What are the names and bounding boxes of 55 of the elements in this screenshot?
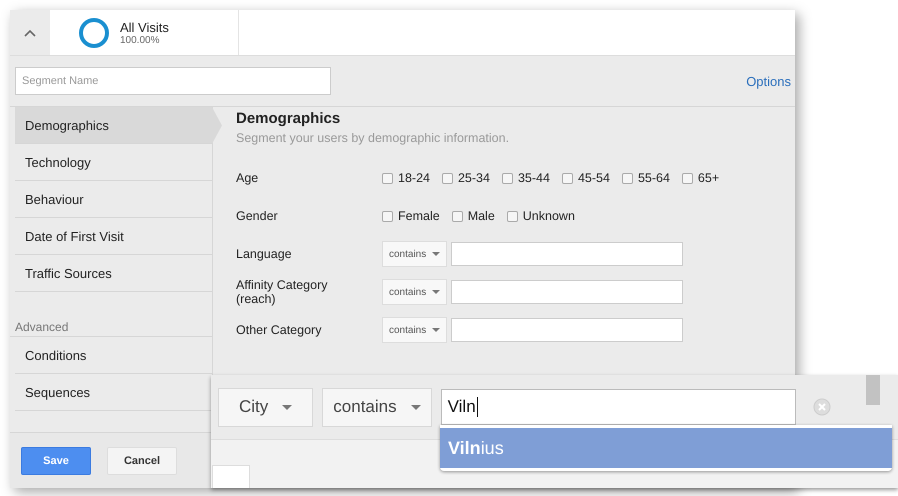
segment-title: All Visits: [120, 20, 169, 34]
operator-dropdown[interactable]: contains: [382, 279, 448, 305]
sidebar-item[interactable]: Demographics: [15, 107, 222, 144]
checkbox-option[interactable]: 35-44: [502, 171, 550, 185]
checkbox[interactable]: [382, 210, 393, 222]
checkbox-option[interactable]: 18-24: [382, 171, 430, 185]
sidebar-item[interactable]: Conditions: [15, 337, 212, 374]
text-field[interactable]: [451, 318, 684, 342]
checkbox-option[interactable]: 65+: [682, 171, 720, 185]
section-title: Demographics: [236, 110, 342, 127]
ring-icon: [78, 16, 110, 48]
chevron-up-icon: [24, 28, 36, 36]
sidebar-item[interactable]: Traffic Sources: [15, 255, 212, 292]
segment-share: 100.00%: [120, 34, 160, 46]
section-subtitle: Segment your users by demographic information.: [236, 131, 510, 145]
checkbox[interactable]: [562, 172, 573, 184]
checkbox-option[interactable]: Unknown: [506, 209, 575, 223]
sidebar-item[interactable]: Date of First Visit: [15, 218, 212, 255]
operator-dropdown[interactable]: contains: [382, 317, 448, 343]
options-link[interactable]: Options: [746, 74, 791, 88]
checkbox-option[interactable]: Male: [452, 209, 495, 223]
scrollbar-thumb[interactable]: [866, 375, 880, 405]
sidebar-item[interactable]: Behaviour: [15, 181, 212, 218]
checkbox[interactable]: [452, 210, 463, 222]
checkbox[interactable]: [682, 172, 693, 184]
sidebar-item[interactable]: Technology: [15, 144, 212, 181]
checkbox-option[interactable]: 25-34: [442, 171, 490, 185]
checkbox-option[interactable]: 45-54: [562, 171, 610, 185]
operator-dropdown[interactable]: contains: [322, 388, 432, 427]
caret-icon: [410, 404, 421, 410]
caret-icon: [432, 328, 440, 332]
checkbox[interactable]: [442, 172, 453, 184]
segment-name-field[interactable]: Segment Name: [15, 67, 331, 95]
text-field[interactable]: [451, 242, 684, 266]
dimension-dropdown[interactable]: City: [218, 388, 314, 427]
checkbox[interactable]: [502, 172, 513, 184]
clear-icon[interactable]: [812, 398, 831, 416]
section-heading: Advanced: [10, 320, 212, 337]
checkbox[interactable]: [382, 172, 393, 184]
checkbox[interactable]: [622, 172, 633, 184]
field-label: Language: [236, 247, 293, 261]
caret-icon: [282, 404, 292, 410]
field-label: Other Category: [236, 323, 322, 337]
caret-icon: [432, 252, 440, 256]
field-label: Gender: [236, 209, 279, 223]
text-field[interactable]: [451, 280, 684, 304]
field-label: Age: [236, 171, 260, 185]
checkbox[interactable]: [506, 210, 518, 222]
checkbox-option[interactable]: 55-64: [622, 171, 670, 185]
value-field[interactable]: Viln: [440, 389, 796, 426]
caret-icon: [432, 290, 440, 294]
operator-dropdown[interactable]: contains: [382, 241, 448, 267]
checkbox-option[interactable]: Female: [382, 209, 440, 223]
cancel-button[interactable]: Cancel: [107, 446, 177, 474]
field-label: Affinity Category (reach): [236, 278, 328, 306]
